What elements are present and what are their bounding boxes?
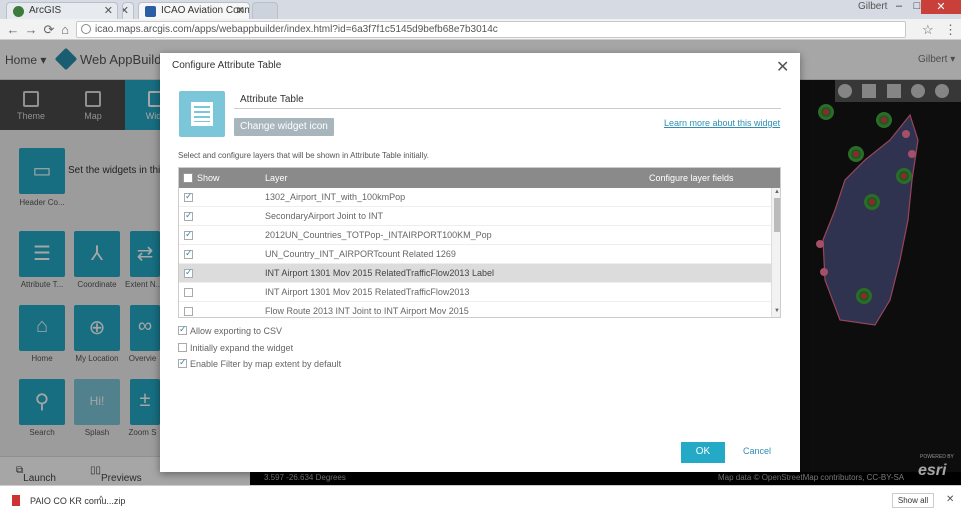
layer-name: 1302_Airport_INT_with_100kmPop — [265, 192, 406, 202]
layer-name: INT Airport 1301 Mov 2015 RelatedTraffic… — [265, 287, 470, 297]
layer-name: 2012UN_Countries_TOTPop-_INTAIRPORT100KM… — [265, 230, 492, 240]
column-header-layer: Layer — [265, 173, 288, 183]
layer-name: SecondaryAirport Joint to INT — [265, 211, 384, 221]
table-row[interactable]: 1302_Airport_INT_with_100kmPop — [179, 188, 771, 207]
url-field[interactable]: icao.maps.arcgis.com/apps/webappbuilder/… — [76, 21, 906, 38]
download-bar: PAIO CO KR comu...zip ^ Show all ✕ — [0, 485, 961, 514]
show-checkbox[interactable] — [184, 267, 193, 278]
dialog-close-icon[interactable]: ✕ — [776, 57, 789, 77]
table-row[interactable]: Flow Route 2013 INT Joint to INT Airport… — [179, 302, 771, 317]
show-all-button[interactable]: Show all — [892, 493, 934, 508]
url-text: icao.maps.arcgis.com/apps/webappbuilder/… — [95, 24, 498, 35]
table-row[interactable]: SecondaryAirport Joint to INT — [179, 207, 771, 226]
scroll-up-icon[interactable]: ▲ — [774, 189, 780, 195]
tab-title: ArcGIS — [29, 5, 62, 16]
browser-tab-new[interactable]: ✕ — [122, 2, 134, 19]
show-checkbox[interactable] — [184, 248, 193, 259]
column-header-show: Show — [197, 173, 220, 183]
dialog-description: Select and configure layers that will be… — [178, 151, 429, 160]
bookmark-star-icon[interactable]: ☆ — [922, 22, 934, 38]
icao-favicon-icon — [145, 6, 156, 17]
show-checkbox[interactable] — [184, 210, 193, 221]
layer-table: Show Layer Configure layer fields 1302_A… — [178, 167, 781, 318]
scroll-thumb[interactable] — [774, 198, 780, 232]
table-row[interactable]: 2012UN_Countries_TOTPop-_INTAIRPORT100KM… — [179, 226, 771, 245]
browser-profile-name[interactable]: Gilbert — [858, 1, 887, 12]
download-file-name[interactable]: PAIO CO KR comu...zip — [30, 496, 125, 506]
option-checkbox[interactable] — [178, 343, 187, 352]
window-close-icon[interactable]: ✕ — [921, 0, 961, 14]
learn-more-link[interactable]: Learn more about this widget — [664, 118, 780, 128]
filter-by-extent-option[interactable]: Enable Filter by map extent by default — [178, 357, 342, 369]
page-info-icon[interactable] — [81, 24, 91, 34]
option-label: Enable Filter by map extent by default — [190, 359, 342, 369]
allow-export-csv-option[interactable]: Allow exporting to CSV — [178, 324, 283, 336]
dialog-title: Configure Attribute Table — [172, 60, 282, 71]
table-row[interactable]: UN_Country_INT_AIRPORTcount Related 1269 — [179, 245, 771, 264]
address-bar: ← → ⟳ ⌂ icao.maps.arcgis.com/apps/webapp… — [0, 19, 961, 40]
reload-icon[interactable]: ⟳ — [42, 22, 56, 38]
table-scrollbar[interactable]: ▲ ▼ — [771, 188, 780, 317]
tab-close-icon[interactable]: ✕ — [104, 4, 113, 17]
home-icon[interactable]: ⌂ — [58, 22, 72, 37]
layer-name: UN_Country_INT_AIRPORTcount Related 1269 — [265, 249, 456, 259]
browser-menu-icon[interactable]: ⋮ — [944, 22, 957, 38]
download-bar-close-icon[interactable]: ✕ — [946, 494, 954, 505]
column-header-fields: Configure layer fields — [649, 173, 734, 183]
table-row-selected[interactable]: INT Airport 1301 Mov 2015 RelatedTraffic… — [179, 264, 771, 283]
table-header: Show Layer Configure layer fields — [179, 168, 780, 188]
browser-tab-bar: ArcGIS ✕ ✕ ICAO Aviation Connectiv ✕ Gil… — [0, 0, 961, 19]
table-row[interactable]: INT Airport 1301 Mov 2015 RelatedTraffic… — [179, 283, 771, 302]
arcgis-favicon-icon — [13, 6, 24, 17]
expand-widget-option[interactable]: Initially expand the widget — [178, 343, 293, 353]
layer-name: Flow Route 2013 INT Joint to INT Airport… — [265, 306, 469, 316]
back-arrow-icon[interactable]: ← — [6, 22, 20, 37]
show-checkbox[interactable] — [184, 307, 193, 316]
configure-attribute-table-dialog: Configure Attribute Table ✕ Change widge… — [160, 53, 800, 472]
show-checkbox[interactable] — [184, 191, 193, 202]
table-icon — [191, 102, 213, 126]
change-widget-icon-button[interactable]: Change widget icon — [234, 118, 334, 136]
browser-tab-icao[interactable]: ICAO Aviation Connectiv ✕ — [138, 2, 250, 19]
option-checkbox[interactable] — [178, 324, 187, 335]
layer-name: INT Airport 1301 Mov 2015 RelatedTraffic… — [265, 268, 494, 278]
option-label: Allow exporting to CSV — [190, 326, 283, 336]
widget-name-input[interactable] — [234, 90, 781, 109]
show-checkbox[interactable] — [184, 229, 193, 240]
new-tab-button[interactable] — [252, 2, 278, 19]
cancel-button[interactable]: Cancel — [743, 446, 771, 456]
select-all-checkbox[interactable] — [183, 173, 193, 183]
browser-tab-arcgis[interactable]: ArcGIS ✕ — [6, 2, 118, 19]
tab-close-icon[interactable]: ✕ — [123, 4, 129, 17]
option-checkbox[interactable] — [178, 357, 187, 368]
option-label: Initially expand the widget — [190, 343, 294, 353]
forward-arrow-icon[interactable]: → — [24, 22, 38, 37]
widget-icon-preview — [179, 91, 225, 137]
scroll-down-icon[interactable]: ▼ — [774, 308, 780, 314]
show-checkbox[interactable] — [184, 288, 193, 297]
zip-file-icon — [12, 495, 20, 506]
tab-close-icon[interactable]: ✕ — [236, 4, 245, 17]
ok-button[interactable]: OK — [681, 442, 725, 463]
chevron-up-icon[interactable]: ^ — [99, 494, 103, 504]
